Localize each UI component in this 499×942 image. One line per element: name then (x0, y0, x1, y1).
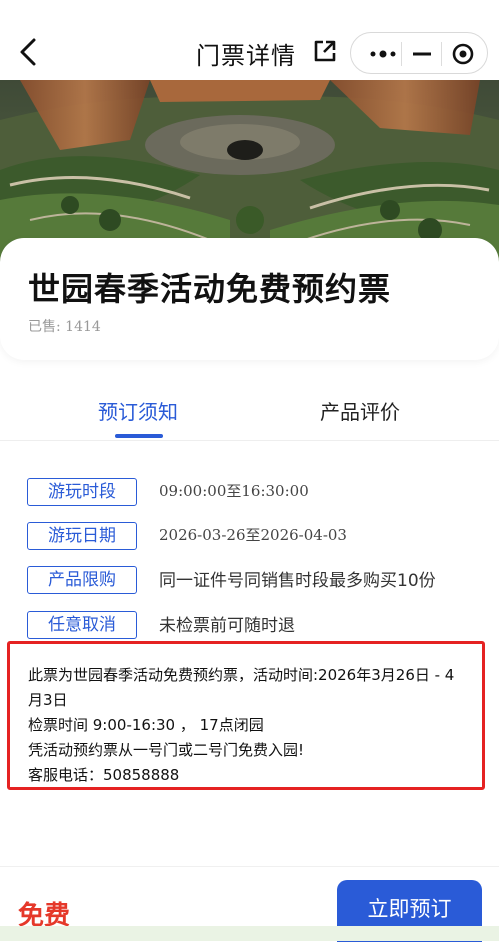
info-tag: 游玩日期 (27, 522, 137, 550)
sold-number: 1414 (65, 319, 101, 335)
more-icon[interactable] (365, 43, 401, 65)
note-line: 月3日 (28, 691, 68, 709)
ticket-title-card: 世园春季活动免费预约票 已售: 1414 (0, 238, 499, 360)
close-target-icon[interactable] (449, 41, 477, 67)
info-value: 09:00:00至16:30:00 (159, 482, 309, 500)
info-tag: 产品限购 (27, 566, 137, 594)
tab-product-review[interactable]: 产品评价 (320, 396, 400, 425)
top-nav-bar: 门票详情 (0, 0, 499, 80)
ticket-title: 世园春季活动免费预约票 (28, 270, 392, 308)
note-line: 客服电话：50858888 (28, 766, 180, 784)
info-value: 同一证件号同销售时段最多购买10份 (159, 571, 436, 591)
info-tag: 游玩时段 (27, 478, 137, 506)
note-line: 凭活动预约票从一号门或二号门免费入园! (28, 741, 305, 759)
capsule-divider (441, 42, 442, 66)
minimize-icon[interactable] (409, 43, 435, 65)
info-value: 未检票前可随时退 (159, 616, 295, 636)
info-value: 2026-03-26至2026-04-03 (159, 526, 347, 544)
tab-booking-notice[interactable]: 预订须知 (98, 396, 178, 425)
note-line: 检票时间 9:00-16:30 ， 17点闭园 (28, 716, 264, 734)
active-tab-indicator (115, 434, 163, 438)
share-icon[interactable] (312, 38, 338, 64)
ticket-note-box: 此票为世园春季活动免费预约票，活动时间:2026年3月26日 - 4 月3日 检… (7, 641, 485, 790)
sold-count: 已售: 1414 (28, 316, 101, 336)
info-tag: 任意取消 (27, 611, 137, 639)
system-strip (0, 926, 499, 941)
sold-label: 已售: (28, 319, 61, 335)
note-line: 此票为世园春季活动免费预约票，活动时间:2026年3月26日 - 4 (28, 666, 455, 684)
mini-program-capsule (350, 32, 488, 74)
back-arrow-icon[interactable] (14, 36, 42, 68)
capsule-divider (401, 42, 402, 66)
detail-tabs: 预订须知 产品评价 (0, 370, 499, 441)
page-title: 门票详情 (196, 42, 296, 70)
